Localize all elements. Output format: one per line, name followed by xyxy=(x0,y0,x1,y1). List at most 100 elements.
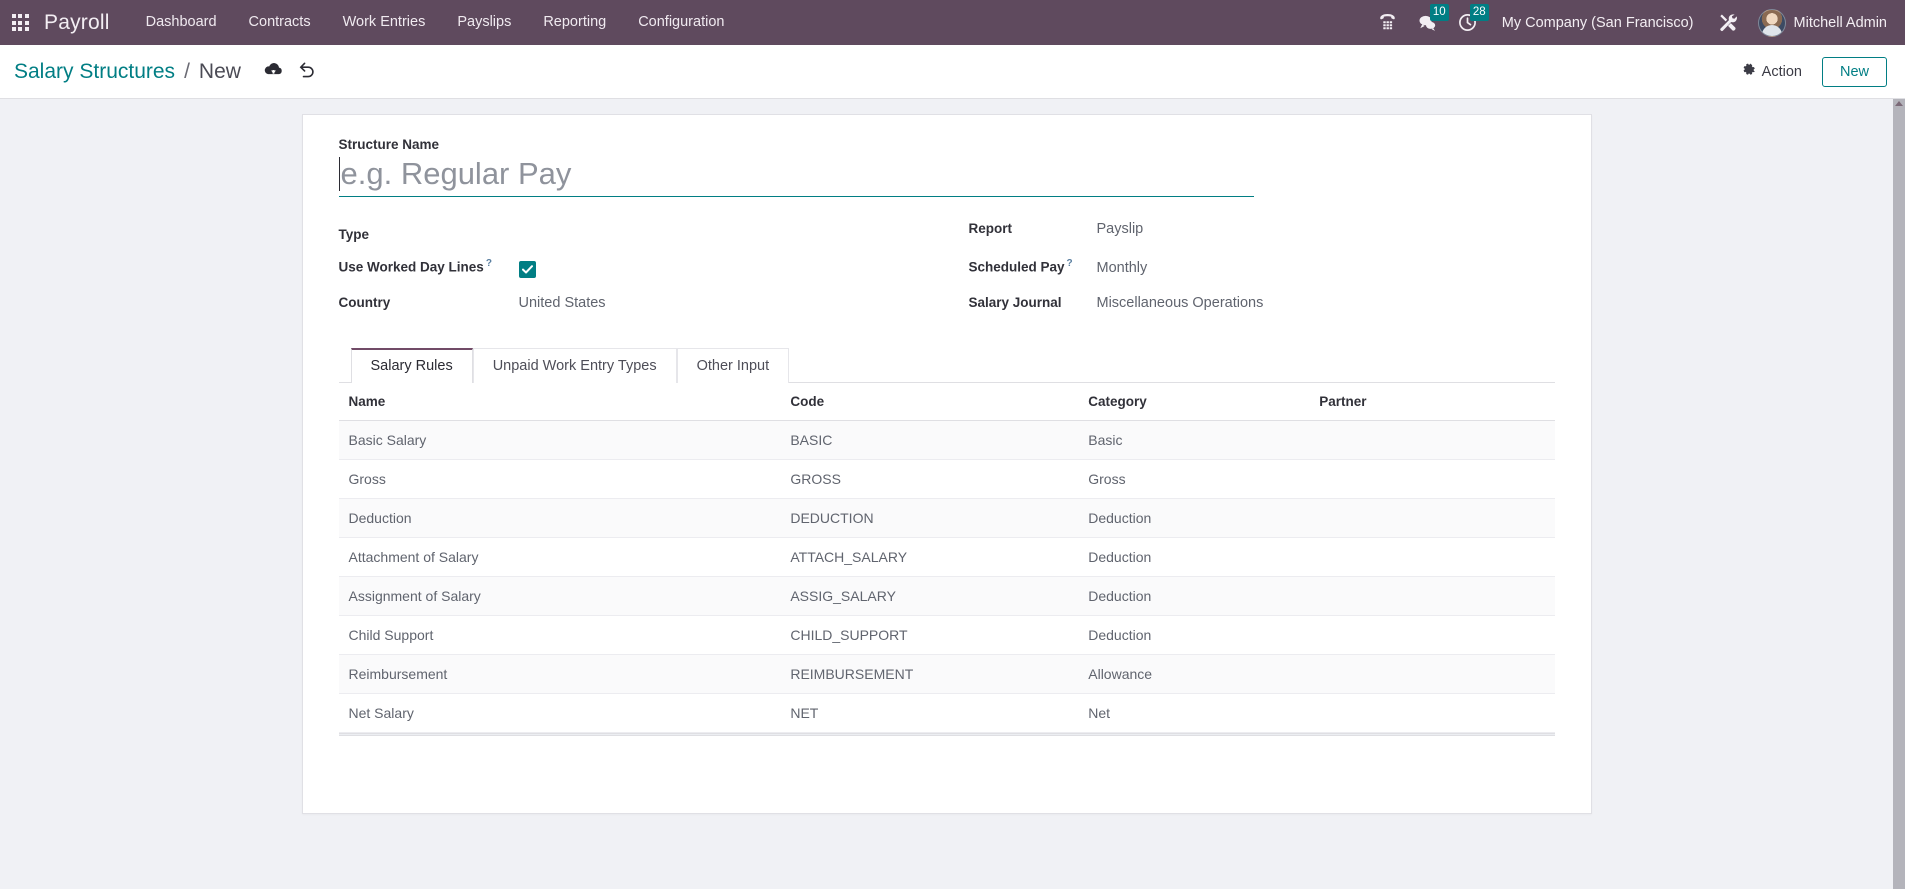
tab-unpaid-work-entry-types[interactable]: Unpaid Work Entry Types xyxy=(472,348,677,383)
column-header-category[interactable]: Category xyxy=(1080,383,1312,421)
menu-item-contracts[interactable]: Contracts xyxy=(233,0,327,45)
cell-name[interactable]: Reimbursement xyxy=(338,654,783,694)
cell-code[interactable]: ASSIG_SALARY xyxy=(782,576,1081,616)
cell-name[interactable]: Attachment of Salary xyxy=(338,537,783,577)
cell-partner[interactable] xyxy=(1311,459,1555,499)
table-row[interactable]: Basic Salary BASIC Basic xyxy=(338,420,1555,460)
cell-name[interactable]: Deduction xyxy=(338,498,783,538)
cell-code[interactable]: REIMBURSEMENT xyxy=(782,654,1081,694)
messages-icon[interactable]: 10 xyxy=(1408,0,1449,45)
field-label-scheduled-pay: Scheduled Pay? xyxy=(969,258,1097,275)
table-row[interactable]: Gross GROSS Gross xyxy=(338,459,1555,499)
column-header-code[interactable]: Code xyxy=(782,383,1081,421)
table-row[interactable]: Reimbursement REIMBURSEMENT Allowance xyxy=(338,654,1555,694)
sheet-background: Structure Name e.g. Regular Pay Type Use… xyxy=(0,99,1893,814)
cell-code[interactable]: DEDUCTION xyxy=(782,498,1081,538)
help-tooltip-icon[interactable]: ? xyxy=(1067,258,1073,269)
tab-other-input[interactable]: Other Input xyxy=(676,348,790,383)
company-switcher[interactable]: My Company (San Francisco) xyxy=(1488,15,1708,31)
top-navbar: Payroll Dashboard Contracts Work Entries… xyxy=(0,0,1905,45)
column-header-partner[interactable]: Partner xyxy=(1311,383,1555,421)
gear-icon xyxy=(1742,63,1756,81)
menu-item-reporting[interactable]: Reporting xyxy=(527,0,622,45)
form-column-left: Type Use Worked Day Lines? Country Unite… xyxy=(339,217,947,328)
cell-partner[interactable] xyxy=(1311,537,1555,577)
structure-name-input[interactable]: e.g. Regular Pay xyxy=(338,154,1254,197)
help-tooltip-icon[interactable]: ? xyxy=(486,258,492,269)
menu-item-work-entries[interactable]: Work Entries xyxy=(327,0,442,45)
cell-name[interactable]: Gross xyxy=(338,459,783,499)
tools-icon[interactable] xyxy=(1708,0,1748,45)
cell-partner[interactable] xyxy=(1311,498,1555,538)
app-brand-payroll[interactable]: Payroll xyxy=(40,11,116,35)
cell-partner[interactable] xyxy=(1311,615,1555,655)
table-row[interactable]: Attachment of Salary ATTACH_SALARY Deduc… xyxy=(338,537,1555,577)
use-worked-day-lines-checkbox[interactable] xyxy=(518,260,536,278)
field-label-report: Report xyxy=(968,221,1013,236)
user-name-label: Mitchell Admin xyxy=(1793,14,1887,31)
field-value-country[interactable]: United States xyxy=(519,295,606,313)
new-record-button[interactable]: New xyxy=(1821,56,1887,87)
structure-name-label: Structure Name xyxy=(338,137,440,152)
field-value-scheduled-pay[interactable]: Monthly xyxy=(1097,260,1148,278)
undo-icon xyxy=(298,61,317,83)
cell-name[interactable]: Basic Salary xyxy=(338,420,783,460)
scrollbar-thumb[interactable] xyxy=(1893,99,1905,889)
cell-name[interactable]: Net Salary xyxy=(338,693,783,733)
table-footer-space xyxy=(338,736,1555,780)
voip-phone-icon[interactable] xyxy=(1368,0,1408,45)
breadcrumb-separator: / xyxy=(184,59,190,83)
vertical-scrollbar[interactable] xyxy=(1893,99,1905,889)
field-label-use-worked-day-lines: Use Worked Day Lines? xyxy=(339,258,519,275)
save-record-button[interactable] xyxy=(259,57,289,87)
cloud-upload-icon xyxy=(264,62,283,82)
cell-category[interactable]: Gross xyxy=(1080,459,1312,499)
user-menu[interactable]: Mitchell Admin xyxy=(1748,8,1891,37)
cell-category[interactable]: Net xyxy=(1080,693,1312,733)
cell-category[interactable]: Deduction xyxy=(1080,576,1312,616)
field-row-scheduled-pay: Scheduled Pay? Monthly xyxy=(969,254,1555,291)
table-body: Basic Salary BASIC Basic Gross GROSS Gro… xyxy=(338,420,1555,733)
breadcrumb-root-link[interactable]: Salary Structures xyxy=(14,60,175,84)
cell-code[interactable]: CHILD_SUPPORT xyxy=(782,615,1081,655)
cell-category[interactable]: Allowance xyxy=(1080,654,1312,694)
cell-code[interactable]: NET xyxy=(782,693,1081,733)
form-sheet: Structure Name e.g. Regular Pay Type Use… xyxy=(301,114,1592,814)
cell-category[interactable]: Deduction xyxy=(1080,537,1312,577)
cell-partner[interactable] xyxy=(1311,420,1555,460)
menu-item-dashboard[interactable]: Dashboard xyxy=(130,0,233,45)
activities-count-badge: 28 xyxy=(1469,4,1489,21)
cell-category[interactable]: Deduction xyxy=(1080,498,1312,538)
tab-salary-rules[interactable]: Salary Rules xyxy=(350,348,473,383)
cell-partner[interactable] xyxy=(1311,654,1555,694)
table-row[interactable]: Deduction DEDUCTION Deduction xyxy=(338,498,1555,538)
cell-code[interactable]: BASIC xyxy=(782,420,1081,460)
menu-item-payslips[interactable]: Payslips xyxy=(441,0,527,45)
discard-record-button[interactable] xyxy=(293,57,323,87)
cell-partner[interactable] xyxy=(1311,693,1555,733)
cell-category[interactable]: Basic xyxy=(1080,420,1312,460)
cell-name[interactable]: Child Support xyxy=(338,615,783,655)
activities-clock-icon[interactable]: 28 xyxy=(1448,0,1489,45)
table-row[interactable]: Assignment of Salary ASSIG_SALARY Deduct… xyxy=(338,576,1555,616)
cell-partner[interactable] xyxy=(1311,576,1555,616)
menu-item-configuration[interactable]: Configuration xyxy=(622,0,740,45)
field-value-salary-journal[interactable]: Miscellaneous Operations xyxy=(1097,295,1264,313)
field-value-report[interactable]: Payslip xyxy=(1097,221,1144,239)
notebook: Salary Rules Unpaid Work Entry Types Oth… xyxy=(338,348,1555,780)
cell-name[interactable]: Assignment of Salary xyxy=(338,576,783,616)
table-row[interactable]: Child Support CHILD_SUPPORT Deduction xyxy=(338,615,1555,655)
control-panel-right: Action New xyxy=(1736,56,1887,87)
action-menu-button[interactable]: Action xyxy=(1736,58,1808,86)
scrollbar-up-arrow-icon[interactable] xyxy=(1895,101,1903,106)
field-row-type: Type xyxy=(339,217,947,254)
field-row-salary-journal: Salary Journal Miscellaneous Operations xyxy=(969,291,1555,328)
form-columns: Type Use Worked Day Lines? Country Unite… xyxy=(339,211,1555,328)
cell-code[interactable]: GROSS xyxy=(782,459,1081,499)
cell-code[interactable]: ATTACH_SALARY xyxy=(782,537,1081,577)
record-actions xyxy=(259,57,323,87)
column-header-name[interactable]: Name xyxy=(338,383,783,421)
apps-menu-icon[interactable] xyxy=(0,0,40,45)
table-row[interactable]: Net Salary NET Net xyxy=(338,693,1555,733)
cell-category[interactable]: Deduction xyxy=(1080,615,1312,655)
